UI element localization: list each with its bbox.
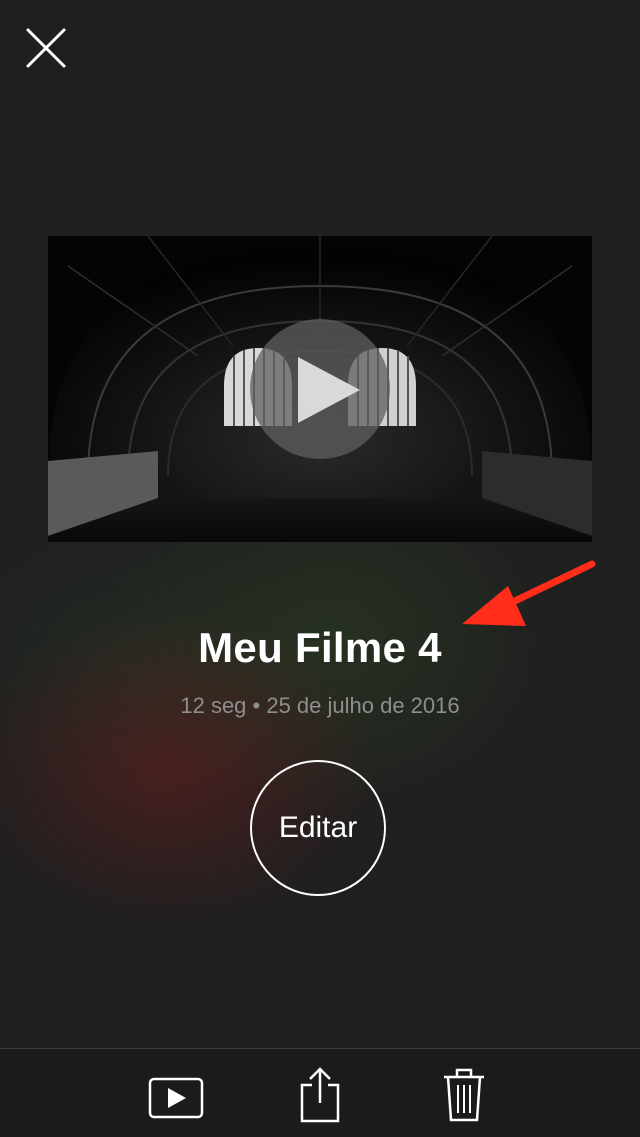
annotation-arrow xyxy=(462,560,596,626)
share-icon xyxy=(300,1067,340,1123)
movie-title: Meu Filme 4 xyxy=(198,624,442,671)
edit-button-label: Editar xyxy=(278,811,358,844)
edit-button[interactable]: Editar xyxy=(250,760,386,896)
bottom-toolbar xyxy=(0,1048,640,1137)
play-movie-button[interactable] xyxy=(148,1077,204,1119)
trash-icon xyxy=(444,1068,484,1122)
play-icon xyxy=(298,357,360,423)
movie-meta: 12 seg • 25 de julho de 2016 xyxy=(180,693,460,718)
share-button[interactable] xyxy=(298,1065,342,1123)
play-box-icon xyxy=(148,1077,204,1119)
close-icon xyxy=(26,28,66,68)
video-thumbnail[interactable] xyxy=(48,236,592,542)
play-button[interactable] xyxy=(250,319,390,459)
close-button[interactable] xyxy=(22,24,70,72)
delete-button[interactable] xyxy=(442,1065,486,1123)
